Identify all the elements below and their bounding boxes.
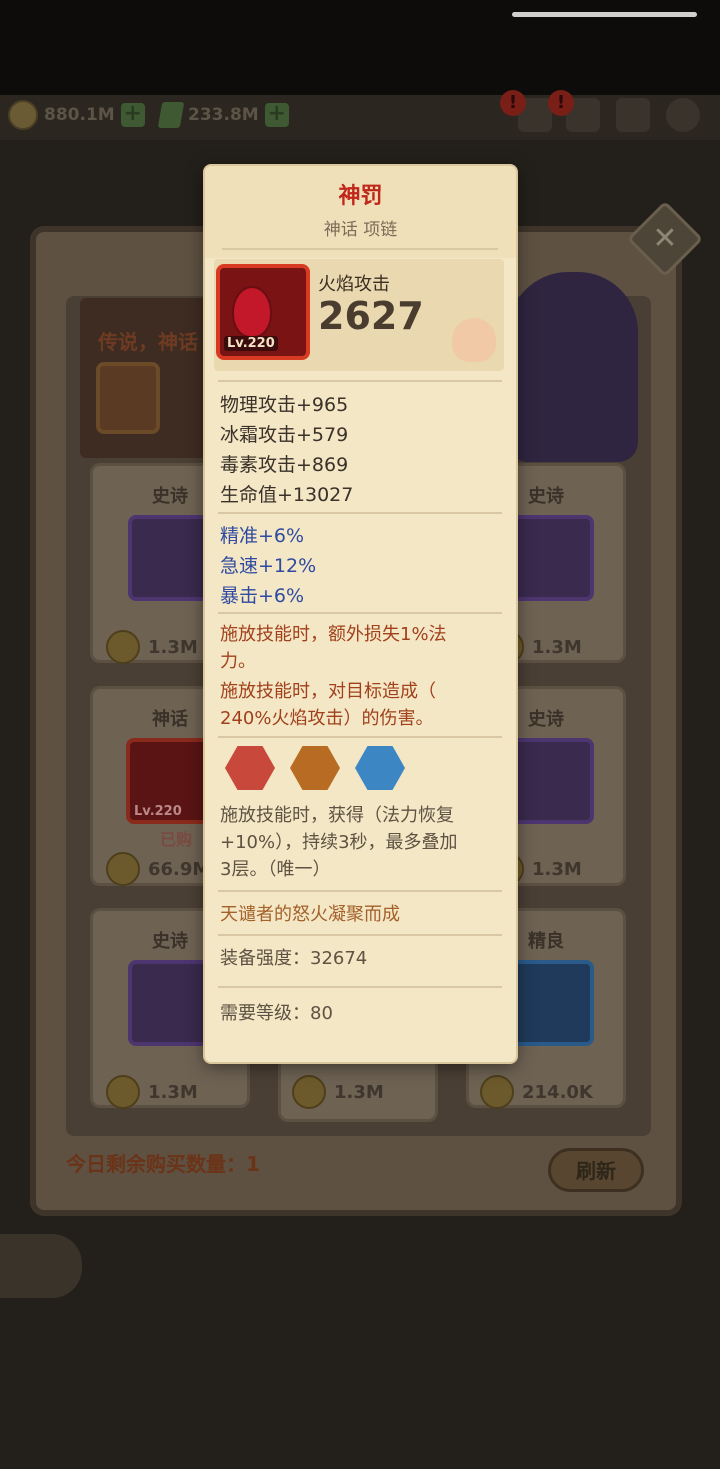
gold-resource: 880.1M + [8, 100, 145, 130]
base-stat: 毒素攻击+869 [220, 454, 349, 476]
price-value: 66.9M [148, 858, 211, 880]
sword-item-icon [504, 738, 594, 824]
divider [218, 380, 502, 382]
price-value: 1.3M [148, 1081, 198, 1103]
base-stat: 冰霜攻击+579 [220, 424, 349, 446]
card-price: 1.3M [106, 1075, 198, 1109]
divider [218, 736, 502, 738]
add-gold-button[interactable]: + [120, 103, 145, 127]
card-price: 66.9M [106, 852, 210, 886]
gem-amount: 233.8M [188, 105, 259, 125]
armor-item-icon [504, 515, 594, 601]
fire-element-icon [452, 318, 496, 362]
banner-text: 传说，神话 [98, 330, 198, 354]
effect-text: 240%火焰攻击）的伤害。 [220, 708, 434, 729]
monster-portrait [508, 272, 638, 462]
card-price: 214.0K [480, 1075, 593, 1109]
settings-gear-icon[interactable] [666, 98, 700, 132]
gem-resource: 233.8M + [157, 100, 289, 130]
socket-effect: 3层。（唯一） [220, 859, 331, 880]
banner-item [96, 362, 160, 434]
main-stat-value: 2627 [318, 294, 424, 338]
divider [218, 612, 502, 614]
card-price: 1.3M [106, 630, 198, 664]
close-icon: ✕ [652, 221, 678, 256]
price-value: 1.3M [334, 1081, 384, 1103]
coin-icon [106, 630, 140, 664]
price-value: 1.3M [532, 636, 582, 658]
divider [222, 248, 498, 250]
effect-text: 施放技能时，额外损失1%法 [220, 624, 447, 645]
gold-coin-icon [8, 100, 38, 130]
coin-icon [292, 1075, 326, 1109]
equipment-power: 装备强度：32674 [220, 948, 368, 969]
required-level: 需要等级：80 [220, 1003, 333, 1024]
main-stat-label: 火焰攻击 [318, 274, 390, 295]
socket-effect: +10%），持续3秒，最多叠加 [220, 832, 458, 853]
divider [218, 890, 502, 892]
bonus-stat: 急速+12% [220, 555, 317, 577]
flavor-text: 天谴者的怒火凝聚而成 [220, 904, 400, 925]
coin-icon [106, 1075, 140, 1109]
base-stat: 物理攻击+965 [220, 394, 349, 416]
effect-text: 力。 [220, 651, 256, 672]
price-value: 214.0K [522, 1081, 593, 1103]
price-value: 1.3M [148, 636, 198, 658]
socket-effect: 施放技能时，获得（法力恢复 [220, 805, 454, 826]
item-name: 神罚 [338, 184, 383, 209]
item-level: Lv.220 [224, 336, 278, 351]
bonus-stat: 精准+6% [220, 525, 305, 547]
sold-badge: 已购 [160, 830, 193, 849]
expand-arrow-button[interactable] [0, 1234, 82, 1298]
divider [218, 986, 502, 988]
remaining-purchases: 今日剩余购买数量：1 [66, 1152, 260, 1176]
card-level: Lv.220 [134, 804, 182, 819]
blade-item-icon [504, 960, 594, 1046]
ruby-gem-icon [232, 286, 272, 338]
refresh-button[interactable]: 刷新 [548, 1148, 644, 1192]
price-value: 1.3M [532, 858, 582, 880]
effect-text: 施放技能时，对目标造成（ [220, 681, 436, 702]
divider [218, 934, 502, 936]
bonus-stat: 暴击+6% [220, 585, 305, 607]
divider [218, 512, 502, 514]
mail-icon[interactable] [616, 98, 650, 132]
item-type: 神话 项链 [323, 220, 398, 240]
add-gem-button[interactable]: + [264, 103, 289, 127]
coin-icon [480, 1075, 514, 1109]
card-price: 1.3M [292, 1075, 384, 1109]
alert-badge-icon: ! [548, 90, 574, 116]
alert-badge-icon: ! [500, 90, 526, 116]
gem-icon [157, 102, 185, 128]
home-indicator [512, 12, 697, 17]
coin-icon [106, 852, 140, 886]
base-stat: 生命值+13027 [220, 484, 354, 506]
gold-amount: 880.1M [44, 105, 115, 125]
